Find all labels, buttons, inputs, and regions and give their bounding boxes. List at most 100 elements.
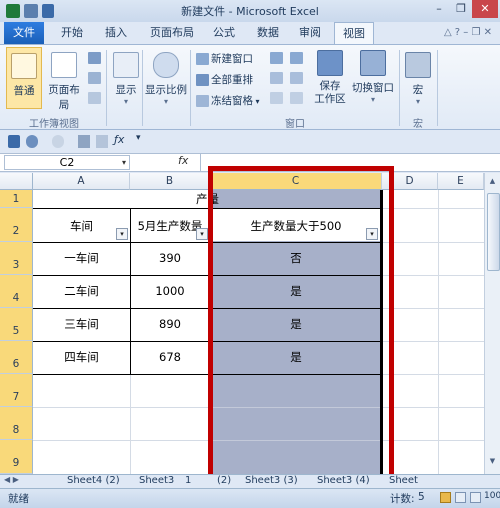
chevron-down-icon: ▾ <box>123 97 128 106</box>
group-label-window: 窗口 <box>285 119 305 130</box>
page-layout-view-label: 页面布局 <box>48 84 80 111</box>
tab-data[interactable]: 数据 <box>250 22 286 44</box>
freeze-panes-label: 冻结窗格 <box>211 95 253 107</box>
show-icon <box>113 52 139 78</box>
row-header-2[interactable]: 2 <box>0 208 33 242</box>
vertical-scrollbar[interactable]: ▲ ▼ <box>484 173 500 474</box>
scroll-down-icon[interactable]: ▼ <box>487 457 498 466</box>
insert-function-icon[interactable]: ƒx <box>114 133 130 148</box>
sheet-tab[interactable]: Sheet <box>386 474 421 488</box>
page-layout-view-button[interactable]: 页面布局 <box>44 47 84 111</box>
tab-home[interactable]: 开始 <box>54 22 90 44</box>
sheet-tab[interactable]: Sheet3 <box>136 474 177 488</box>
sheet-tab[interactable]: Sheet3 (3) <box>242 474 301 488</box>
row-header-3[interactable]: 3 <box>0 242 33 275</box>
switch-windows-icon <box>360 50 386 76</box>
print-preview-icon[interactable] <box>96 135 108 148</box>
table-cell[interactable]: 1000 <box>130 275 210 308</box>
tab-page-layout[interactable]: 页面布局 <box>144 22 200 44</box>
chevron-down-icon: ▾ <box>415 97 420 106</box>
save-workspace-button[interactable]: 保存 工作区 <box>312 47 348 109</box>
macros-button[interactable]: 宏 ▾ <box>402 47 434 109</box>
tab-formulas[interactable]: 公式 <box>206 22 242 44</box>
row-header-4[interactable]: 4 <box>0 275 33 308</box>
row-header-7[interactable]: 7 <box>0 374 33 407</box>
sheet-tab[interactable]: Sheet4 (2) <box>64 474 123 488</box>
chevron-down-icon: ▾ <box>253 97 260 106</box>
row-header-9[interactable]: 9 <box>0 440 33 474</box>
tab-file[interactable]: 文件 <box>4 22 44 44</box>
split-icon[interactable] <box>270 52 283 64</box>
zoom-icon <box>153 52 179 78</box>
gridline <box>382 208 484 209</box>
table-cell[interactable]: 678 <box>130 341 210 374</box>
scroll-up-icon[interactable]: ▲ <box>487 177 498 186</box>
table-cell[interactable]: 三车间 <box>33 308 130 341</box>
undo-icon[interactable] <box>26 135 38 148</box>
row-header-8[interactable]: 8 <box>0 407 33 440</box>
excel-logo-icon[interactable] <box>6 4 20 18</box>
insert-function-button[interactable]: fx <box>178 154 198 170</box>
group-separator <box>142 50 143 126</box>
table-cell[interactable]: 四车间 <box>33 341 130 374</box>
custom-views-icon[interactable] <box>88 72 101 84</box>
tab-review[interactable]: 审阅 <box>292 22 328 44</box>
row-header-5[interactable]: 5 <box>0 308 33 341</box>
filter-dropdown-icon[interactable]: ▾ <box>196 228 208 240</box>
status-zoom-level[interactable]: 100% <box>484 491 500 505</box>
column-header-b[interactable]: B <box>130 173 210 190</box>
full-screen-icon[interactable] <box>88 92 101 104</box>
customize-toolbar-icon[interactable]: ▾ <box>136 133 146 148</box>
show-button[interactable]: 显示 ▾ <box>110 47 142 109</box>
sheet-tab[interactable]: (2) <box>214 474 234 488</box>
minimize-icon[interactable]: – <box>428 0 450 18</box>
synchronous-scrolling-icon[interactable] <box>290 72 303 84</box>
new-window-button[interactable]: 新建窗口 <box>196 51 266 65</box>
spelling-icon[interactable] <box>78 135 90 148</box>
macros-icon <box>405 52 431 78</box>
tab-view[interactable]: 视图 <box>334 22 374 45</box>
reset-window-position-icon[interactable] <box>290 92 303 104</box>
column-header-a[interactable]: A <box>33 173 130 190</box>
tab-insert[interactable]: 插入 <box>98 22 134 44</box>
arrange-all-button[interactable]: 全部重排 <box>196 72 266 86</box>
save-icon[interactable] <box>8 135 20 148</box>
normal-view-button[interactable]: 普通 <box>6 47 42 109</box>
restore-icon[interactable]: ❐ <box>450 0 472 18</box>
page-layout-status-icon[interactable] <box>455 492 466 503</box>
hide-window-icon[interactable] <box>270 72 283 84</box>
table-cell[interactable]: 390 <box>130 242 210 275</box>
table-cell[interactable]: 890 <box>130 308 210 341</box>
name-box[interactable]: C2 ▾ <box>4 155 130 170</box>
chevron-down-icon: ▾ <box>163 97 168 106</box>
select-all-corner[interactable] <box>0 173 33 190</box>
redo-icon[interactable] <box>52 135 64 148</box>
zoom-button[interactable]: 显示比例 ▾ <box>145 47 187 109</box>
sheet-nav-arrows[interactable]: ◀ ▶ <box>4 475 60 487</box>
save-icon[interactable] <box>24 4 38 18</box>
ribbon-window-controls[interactable]: △ ? – ❐ ✕ <box>408 27 492 39</box>
quick-access-toolbar <box>0 131 500 153</box>
undo-icon[interactable] <box>42 4 54 18</box>
switch-windows-label: 切换窗口 <box>352 82 394 94</box>
column-header-e[interactable]: E <box>438 173 484 190</box>
scrollbar-thumb[interactable] <box>487 193 500 271</box>
normal-view-status-icon[interactable] <box>440 492 451 503</box>
filter-dropdown-icon[interactable]: ▾ <box>116 228 128 240</box>
page-break-status-icon[interactable] <box>470 492 481 503</box>
group-label-macros: 宏 <box>413 119 423 130</box>
row-header-1[interactable]: 1 <box>0 190 33 208</box>
view-side-by-side-icon[interactable] <box>290 52 303 64</box>
switch-windows-button[interactable]: 切换窗口 ▾ <box>350 47 396 109</box>
page-break-preview-icon[interactable] <box>88 52 101 64</box>
table-cell[interactable]: 二车间 <box>33 275 130 308</box>
macros-label: 宏 <box>412 84 424 96</box>
close-icon[interactable]: ✕ <box>472 0 498 18</box>
status-mode: 就绪 <box>8 493 29 505</box>
row-header-6[interactable]: 6 <box>0 341 33 374</box>
freeze-panes-button[interactable]: 冻结窗格 ▾ <box>196 93 266 107</box>
unhide-window-icon[interactable] <box>270 92 283 104</box>
table-cell[interactable]: 一车间 <box>33 242 130 275</box>
sheet-tab[interactable]: 1 <box>182 474 194 488</box>
sheet-tab[interactable]: Sheet3 (4) <box>314 474 373 488</box>
